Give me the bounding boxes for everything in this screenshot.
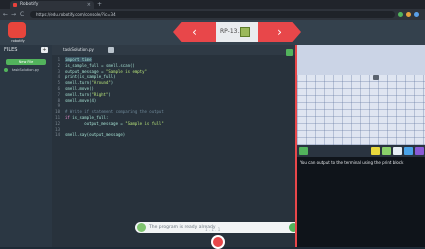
code-text: smell.turn("Around") <box>65 80 114 86</box>
code-text: output_message = "Sample is empty" <box>65 68 147 74</box>
file-icon <box>108 47 114 53</box>
add-file-button[interactable]: + <box>41 47 48 53</box>
code-text: smell.move(4) <box>65 97 97 103</box>
file-item[interactable]: taskSolution.py <box>3 67 50 73</box>
code-text: smell.say(output_message) <box>65 132 126 138</box>
code-text: # Write if statement comparing the outpu… <box>65 109 164 115</box>
code-text: smell.move() <box>65 85 94 91</box>
viewport-toolbar <box>297 145 425 157</box>
line-number: 14 <box>55 132 60 138</box>
close-tab-icon[interactable]: × <box>87 1 91 9</box>
url-field[interactable]: https://edu.robotify.com/console/?ic=34 <box>30 11 395 18</box>
forward-icon[interactable]: → <box>11 9 16 20</box>
view-button[interactable] <box>393 147 402 155</box>
editor-side-button[interactable] <box>286 49 293 56</box>
status-icon <box>137 223 146 232</box>
camera-button[interactable] <box>371 147 380 155</box>
files-header: FILES + <box>0 45 52 55</box>
level-indicator: RP-13.5 <box>216 22 258 42</box>
robot-icon <box>373 75 379 80</box>
logo-label: robotify <box>11 39 25 43</box>
file-name: taskSolution.py <box>12 68 40 72</box>
code-text: print(is_sample_full) <box>65 74 116 80</box>
files-title: FILES <box>4 47 18 53</box>
output-console: You can output to the terminal using the… <box>297 157 425 247</box>
grid-floor <box>297 75 425 145</box>
code-text: import time <box>65 57 92 62</box>
3d-viewport[interactable] <box>297 45 425 145</box>
robotify-logo-icon[interactable] <box>8 22 26 38</box>
new-file-button[interactable]: New File <box>6 59 46 65</box>
profile-icon[interactable] <box>414 12 419 17</box>
address-bar-row: ← → C https://edu.robotify.com/console/?… <box>0 9 425 20</box>
editor-tab[interactable]: taskSolution.py <box>58 46 106 54</box>
console-text: You can output to the terminal using the… <box>300 160 404 165</box>
fullscreen-button[interactable] <box>415 147 424 155</box>
browser-tab-bar: Robotify × + <box>0 0 425 9</box>
step-indicator: 1 . 1 . 1 <box>205 227 221 232</box>
extension-icon[interactable] <box>406 12 411 17</box>
files-sidebar: FILES + New File taskSolution.py <box>0 45 52 247</box>
grid-button[interactable] <box>382 147 391 155</box>
editor-tab-bar: taskSolution.py <box>52 45 295 56</box>
cube-icon <box>240 27 250 37</box>
code-text: is_sample_full = smell.scan() <box>65 62 135 68</box>
next-level-button[interactable]: › <box>258 22 301 42</box>
code-line[interactable]: 14 smell.say(output_message) <box>52 132 295 138</box>
browser-tab[interactable]: Robotify × <box>10 1 94 9</box>
reload-icon[interactable]: C <box>20 9 24 20</box>
code-text: output_message = "Sample is full" <box>65 120 164 126</box>
new-tab-button[interactable]: + <box>97 0 102 9</box>
tab-title: Robotify <box>20 2 39 7</box>
code-text: if is_sample_full: <box>65 114 109 120</box>
settings-button[interactable] <box>404 147 413 155</box>
code-text: smell.turn("Right") <box>65 91 111 97</box>
extension-icon[interactable] <box>398 12 403 17</box>
previous-level-button[interactable]: ‹ <box>173 22 216 42</box>
python-file-icon <box>4 68 8 72</box>
robotify-favicon-icon <box>13 3 17 7</box>
app-header: robotify ‹ RP-13.5 › <box>0 20 425 45</box>
code-editor: taskSolution.py 1 import time 2 is_sample_f… <box>52 45 295 247</box>
code-area[interactable]: 1 import time 2 is_sample_full = smell.scan… <box>52 57 295 197</box>
reset-view-button[interactable] <box>299 147 308 155</box>
back-icon[interactable]: ← <box>3 9 8 20</box>
